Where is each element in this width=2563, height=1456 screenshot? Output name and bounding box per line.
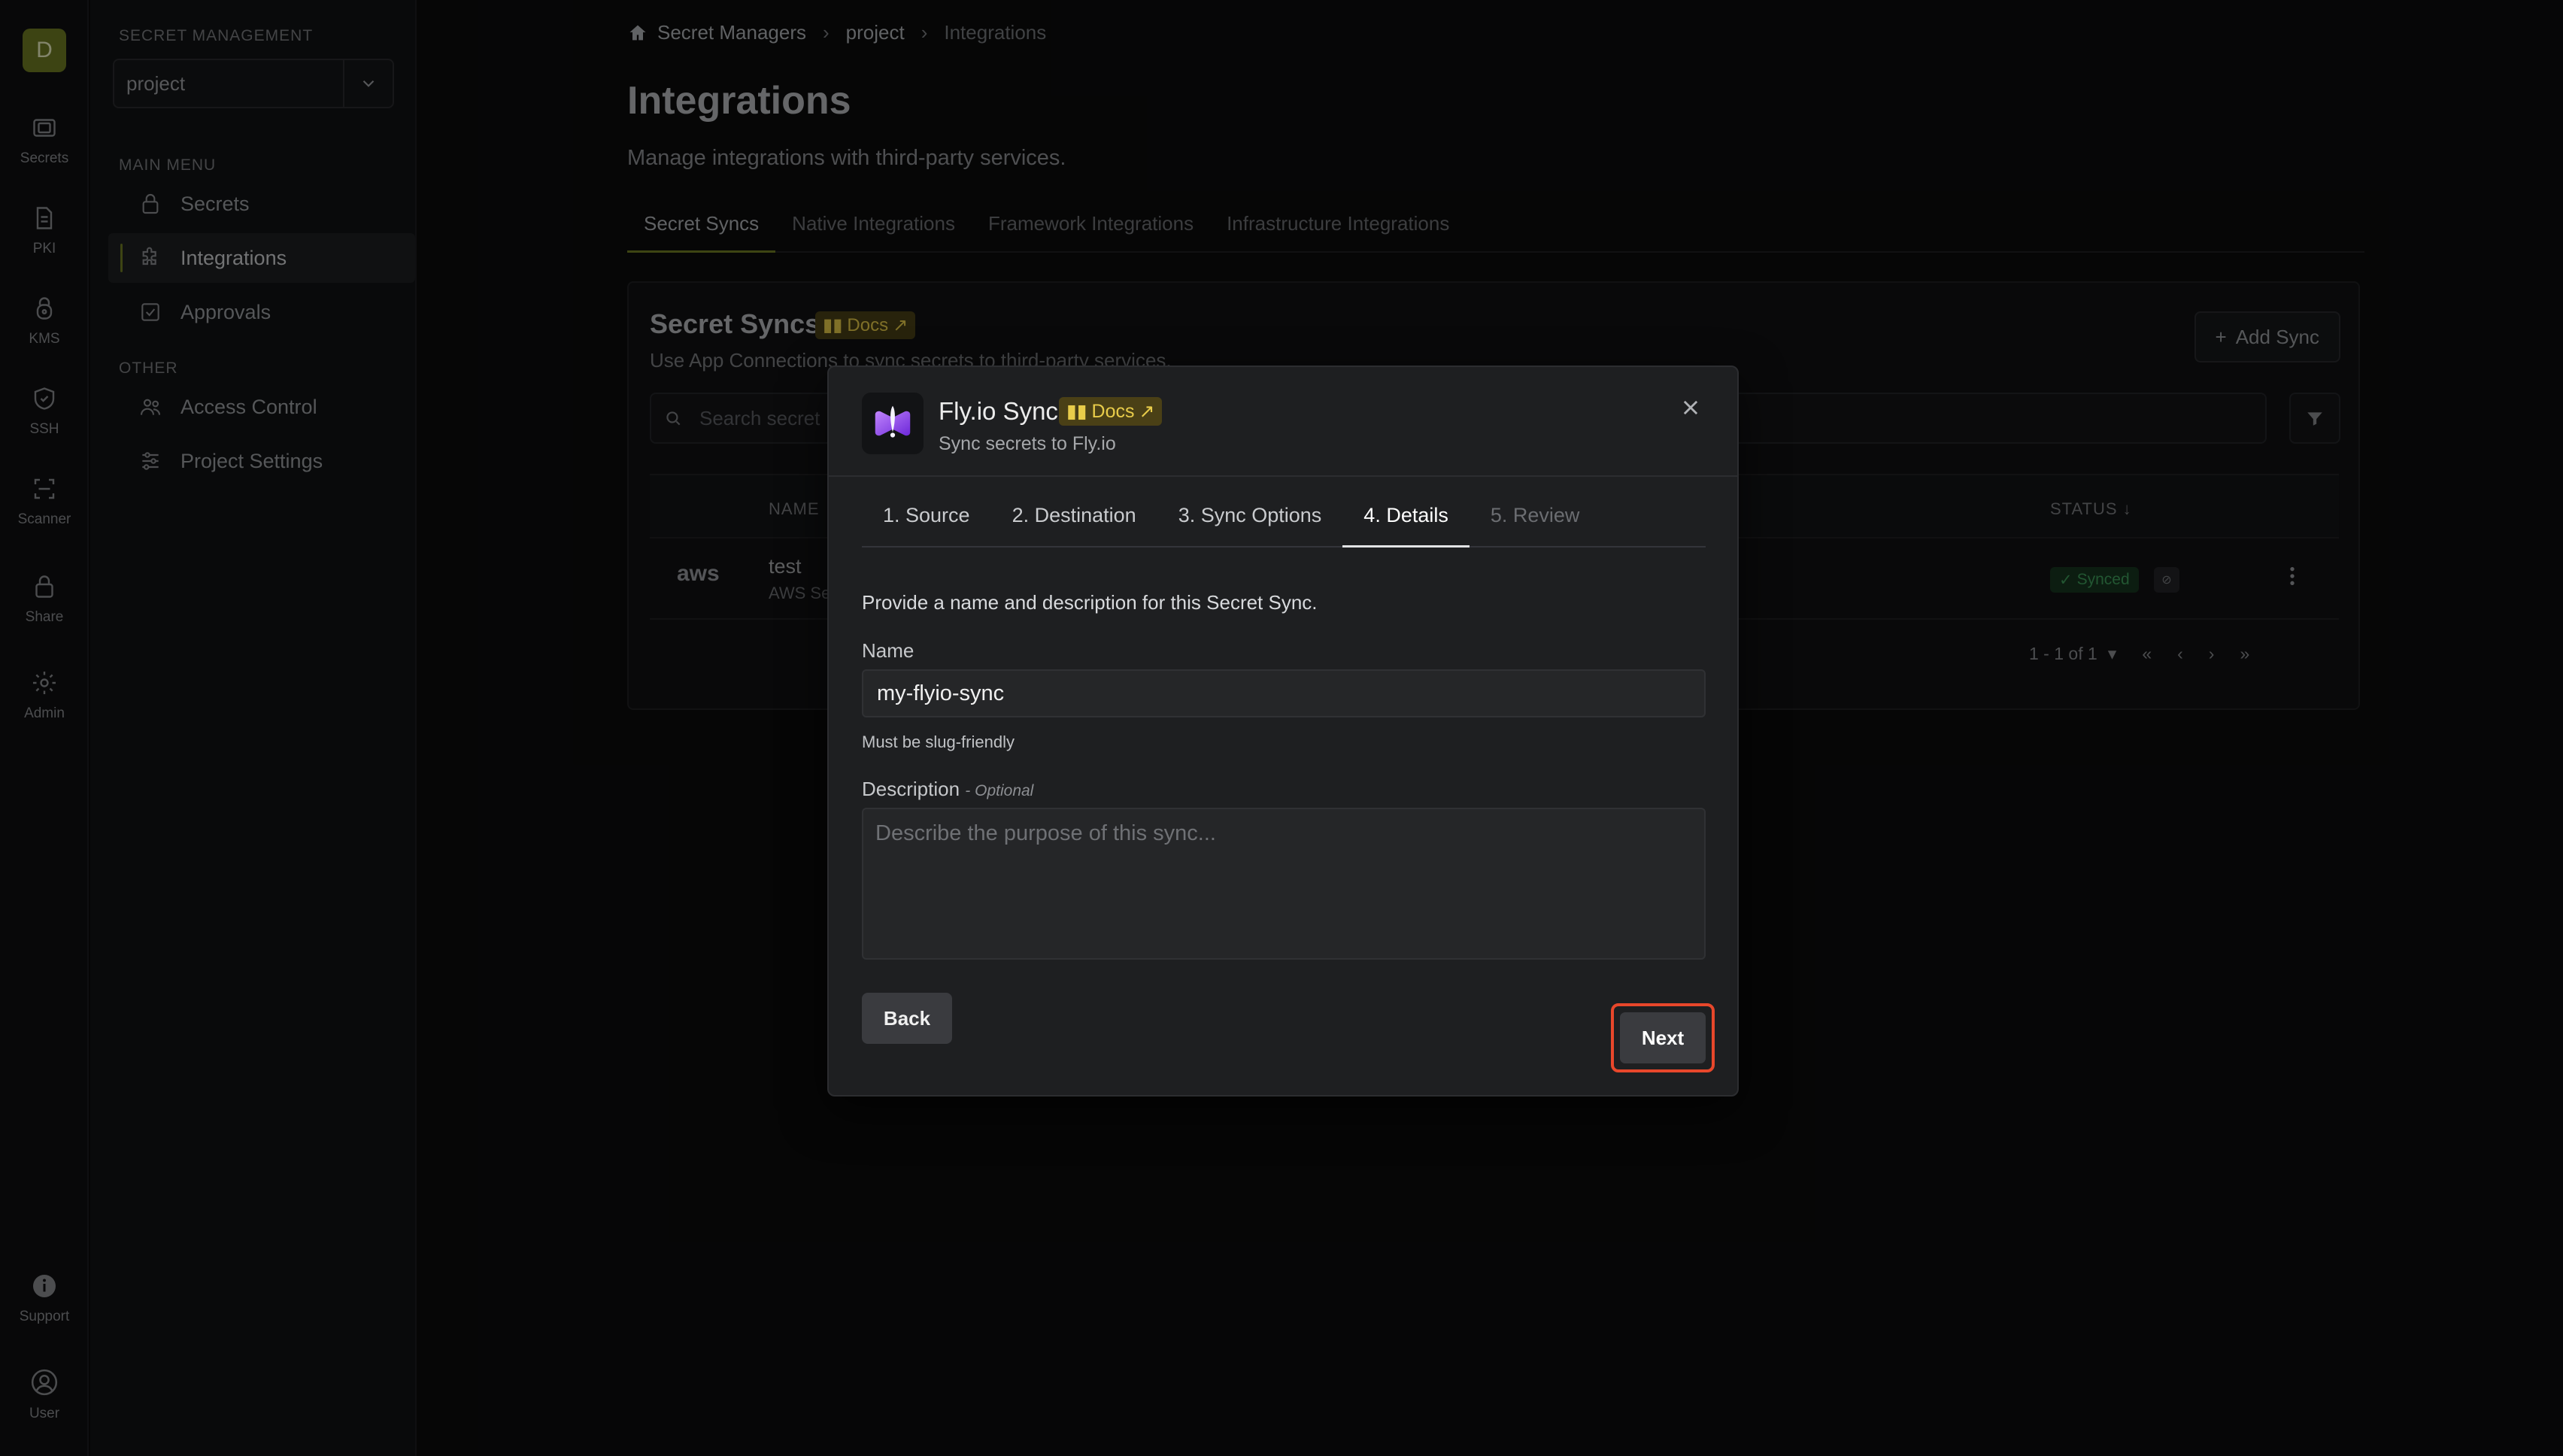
description-label-text: Description [862,778,960,800]
modal-subtitle: Sync secrets to Fly.io [939,433,1116,454]
modal-header: Fly.io Sync ▮▮ Docs ↗ Sync secrets to Fl… [829,367,1737,477]
close-icon[interactable] [1680,397,1701,418]
name-label: Name [862,639,914,662]
external-link-icon: ↗ [1139,401,1155,422]
optional-tag: - Optional [965,782,1034,799]
flyio-logo [862,393,924,454]
next-button-highlight: Next [1611,1003,1715,1072]
step-destination[interactable]: 2. Destination [991,495,1157,548]
step-source[interactable]: 1. Source [862,495,991,548]
name-field[interactable]: my-flyio-sync [862,669,1706,717]
wizard-steps: 1. Source 2. Destination 3. Sync Options… [862,495,1706,548]
docs-label: Docs [1091,400,1135,422]
description-textarea[interactable]: Describe the purpose of this sync... [862,808,1706,960]
step-review[interactable]: 5. Review [1470,495,1601,548]
modal-title: Fly.io Sync [939,397,1058,425]
description-label: Description - Optional [862,778,1033,801]
step-details[interactable]: 4. Details [1342,495,1470,548]
step-sync-options[interactable]: 3. Sync Options [1157,495,1343,548]
book-icon: ▮▮ [1066,401,1087,422]
name-field-value: my-flyio-sync [877,681,1005,705]
back-button[interactable]: Back [862,993,952,1044]
next-button[interactable]: Next [1620,1012,1706,1063]
modal-docs-badge[interactable]: ▮▮ Docs ↗ [1059,397,1163,426]
flyio-sync-modal: Fly.io Sync ▮▮ Docs ↗ Sync secrets to Fl… [827,366,1739,1097]
description-placeholder: Describe the purpose of this sync... [875,821,1216,845]
name-helper-text: Must be slug-friendly [862,733,1015,751]
form-intro: Provide a name and description for this … [862,591,1318,614]
